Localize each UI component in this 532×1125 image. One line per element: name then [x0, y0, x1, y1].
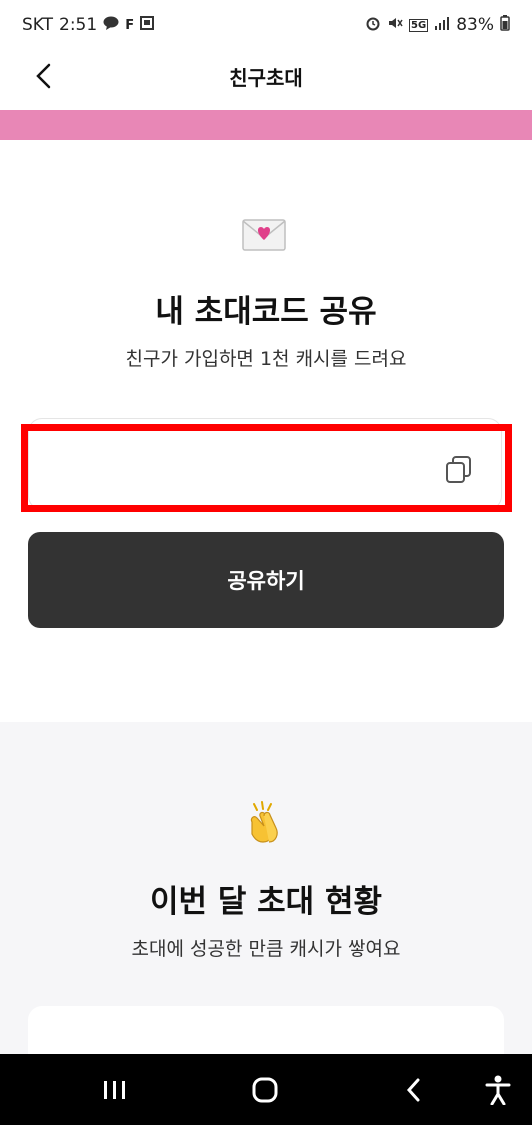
chat-icon: [103, 16, 119, 34]
status-bar: SKT 2:51 F 5G 83%: [0, 0, 532, 50]
invite-code-input[interactable]: [49, 439, 433, 493]
signal-icon: [434, 15, 450, 35]
share-button[interactable]: 공유하기: [28, 532, 504, 628]
accessibility-icon: [485, 1075, 511, 1105]
mute-icon: [387, 15, 403, 36]
invite-subtitle: 친구가 가입하면 1천 캐시를 드려요: [125, 348, 407, 370]
copy-icon: [446, 456, 471, 483]
status-bar-right: 5G 83%: [365, 14, 510, 36]
clapping-hands-icon: [250, 801, 278, 843]
battery-label: 83%: [456, 15, 494, 35]
copy-button[interactable]: [443, 453, 475, 485]
chevron-left-icon: [36, 63, 51, 89]
system-nav-bar: [0, 1054, 532, 1125]
f-app-icon: F: [125, 17, 135, 33]
envelope-heart-icon: [242, 219, 286, 251]
back-icon: [406, 1078, 420, 1102]
invite-title: 내 초대코드 공유: [155, 294, 377, 330]
status-bar-left: SKT 2:51 F: [22, 15, 155, 35]
recent-apps-button[interactable]: [95, 1072, 135, 1108]
home-icon: [252, 1077, 278, 1103]
network-icon: 5G: [409, 18, 429, 32]
invite-code-field[interactable]: [28, 418, 502, 510]
status-subtitle: 초대에 성공한 만큼 캐시가 쌓여요: [131, 938, 401, 960]
recent-apps-icon: [104, 1081, 125, 1099]
home-button[interactable]: [245, 1072, 285, 1108]
app-bar: 친구초대: [0, 50, 532, 102]
system-back-button[interactable]: [393, 1072, 433, 1108]
page-title: 친구초대: [229, 65, 303, 90]
clock-label: 2:51: [59, 15, 98, 35]
battery-icon: [500, 14, 510, 36]
promo-banner-strip: [0, 110, 532, 140]
carrier-label: SKT: [22, 15, 54, 35]
back-button[interactable]: [26, 58, 62, 94]
accessibility-button[interactable]: [478, 1072, 518, 1108]
status-title: 이번 달 초대 현황: [149, 884, 383, 920]
gallery-icon: [140, 16, 155, 34]
alarm-icon: [365, 15, 381, 36]
